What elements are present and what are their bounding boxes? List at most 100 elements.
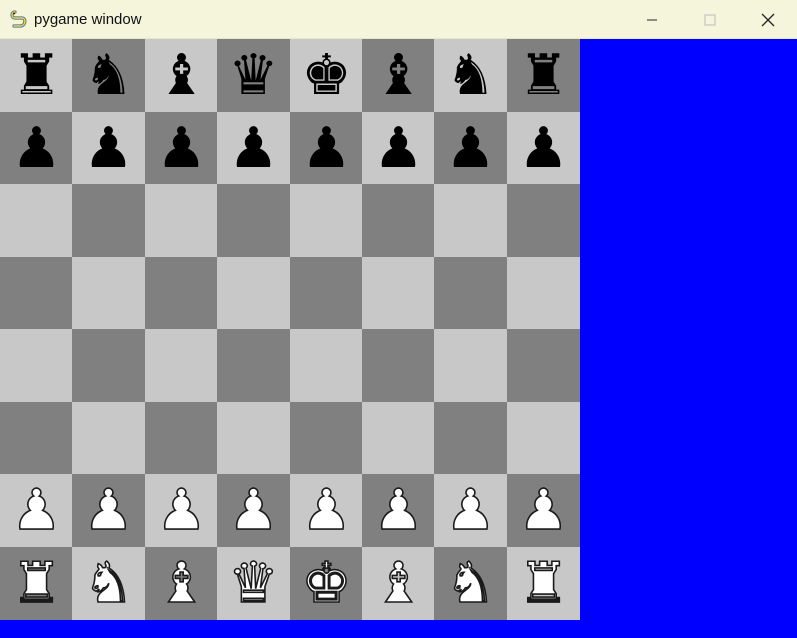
square-e1[interactable]: ♚	[290, 547, 363, 620]
square-a7[interactable]: ♟	[0, 112, 73, 185]
square-g5[interactable]	[434, 257, 507, 330]
square-b5[interactable]	[72, 257, 145, 330]
square-b7[interactable]: ♟	[72, 112, 145, 185]
square-d7[interactable]: ♟	[217, 112, 290, 185]
square-f2[interactable]: ♟	[362, 474, 435, 547]
square-h3[interactable]	[507, 402, 580, 475]
white-king-icon[interactable]: ♚	[301, 554, 353, 612]
white-bishop-icon[interactable]: ♝	[373, 554, 425, 612]
square-b3[interactable]	[72, 402, 145, 475]
minimize-button[interactable]	[623, 0, 681, 39]
square-c1[interactable]: ♝	[145, 547, 218, 620]
black-pawn-icon[interactable]: ♟	[11, 120, 61, 177]
square-d3[interactable]	[217, 402, 290, 475]
square-h2[interactable]: ♟	[507, 474, 580, 547]
game-canvas[interactable]: ♜ ♞ ♝ ♛ ♚ ♝ ♞ ♜ ♟ ♟ ♟ ♟ ♟ ♟ ♟ ♟ ♟ ♟ ♟ ♟ ♟ ♟ ♟ ♟ ♜ ♞ ♝ ♛ ♚ ♝ ♞ ♜	[0, 39, 797, 638]
black-pawn-icon[interactable]: ♟	[301, 120, 351, 177]
black-pawn-icon[interactable]: ♟	[373, 120, 423, 177]
square-h4[interactable]	[507, 329, 580, 402]
black-queen-icon[interactable]: ♛	[228, 47, 278, 104]
square-c4[interactable]	[145, 329, 218, 402]
black-rook-icon[interactable]: ♜	[11, 47, 61, 104]
black-knight-icon[interactable]: ♞	[83, 47, 133, 104]
black-bishop-icon[interactable]: ♝	[156, 47, 206, 104]
square-f5[interactable]	[362, 257, 435, 330]
square-f1[interactable]: ♝	[362, 547, 435, 620]
square-a4[interactable]	[0, 329, 73, 402]
square-g6[interactable]	[434, 184, 507, 257]
square-a6[interactable]	[0, 184, 73, 257]
square-c6[interactable]	[145, 184, 218, 257]
maximize-button[interactable]	[681, 0, 739, 39]
square-h6[interactable]	[507, 184, 580, 257]
square-g3[interactable]	[434, 402, 507, 475]
white-queen-icon[interactable]: ♛	[228, 554, 280, 612]
square-a1[interactable]: ♜	[0, 547, 73, 620]
black-pawn-icon[interactable]: ♟	[228, 120, 278, 177]
black-rook-icon[interactable]: ♜	[518, 47, 568, 104]
square-a5[interactable]	[0, 257, 73, 330]
black-knight-icon[interactable]: ♞	[445, 47, 495, 104]
white-pawn-icon[interactable]: ♟	[83, 481, 135, 539]
square-c2[interactable]: ♟	[145, 474, 218, 547]
square-g1[interactable]: ♞	[434, 547, 507, 620]
black-pawn-icon[interactable]: ♟	[83, 120, 133, 177]
square-f3[interactable]	[362, 402, 435, 475]
square-g8[interactable]: ♞	[434, 39, 507, 112]
square-g4[interactable]	[434, 329, 507, 402]
square-d2[interactable]: ♟	[217, 474, 290, 547]
white-pawn-icon[interactable]: ♟	[373, 481, 425, 539]
square-c3[interactable]	[145, 402, 218, 475]
white-pawn-icon[interactable]: ♟	[301, 481, 353, 539]
square-e3[interactable]	[290, 402, 363, 475]
white-knight-icon[interactable]: ♞	[83, 554, 135, 612]
square-e6[interactable]	[290, 184, 363, 257]
square-h8[interactable]: ♜	[507, 39, 580, 112]
title-bar[interactable]: pygame window	[0, 0, 797, 39]
square-a8[interactable]: ♜	[0, 39, 73, 112]
square-h7[interactable]: ♟	[507, 112, 580, 185]
close-button[interactable]	[739, 0, 797, 39]
square-b4[interactable]	[72, 329, 145, 402]
white-pawn-icon[interactable]: ♟	[445, 481, 497, 539]
square-a3[interactable]	[0, 402, 73, 475]
square-c7[interactable]: ♟	[145, 112, 218, 185]
white-pawn-icon[interactable]: ♟	[518, 481, 570, 539]
square-d6[interactable]	[217, 184, 290, 257]
square-b6[interactable]	[72, 184, 145, 257]
square-b1[interactable]: ♞	[72, 547, 145, 620]
square-c8[interactable]: ♝	[145, 39, 218, 112]
square-e8[interactable]: ♚	[290, 39, 363, 112]
square-f4[interactable]	[362, 329, 435, 402]
black-pawn-icon[interactable]: ♟	[445, 120, 495, 177]
white-knight-icon[interactable]: ♞	[445, 554, 497, 612]
chess-board[interactable]: ♜ ♞ ♝ ♛ ♚ ♝ ♞ ♜ ♟ ♟ ♟ ♟ ♟ ♟ ♟ ♟ ♟ ♟ ♟ ♟ ♟ ♟ ♟ ♟ ♜ ♞ ♝ ♛ ♚ ♝ ♞ ♜	[0, 39, 580, 620]
square-g2[interactable]: ♟	[434, 474, 507, 547]
black-king-icon[interactable]: ♚	[301, 47, 351, 104]
square-d4[interactable]	[217, 329, 290, 402]
square-f6[interactable]	[362, 184, 435, 257]
square-b2[interactable]: ♟	[72, 474, 145, 547]
square-d1[interactable]: ♛	[217, 547, 290, 620]
white-pawn-icon[interactable]: ♟	[11, 481, 63, 539]
square-f8[interactable]: ♝	[362, 39, 435, 112]
square-d8[interactable]: ♛	[217, 39, 290, 112]
square-b8[interactable]: ♞	[72, 39, 145, 112]
square-a2[interactable]: ♟	[0, 474, 73, 547]
black-pawn-icon[interactable]: ♟	[156, 120, 206, 177]
white-pawn-icon[interactable]: ♟	[156, 481, 208, 539]
white-bishop-icon[interactable]: ♝	[156, 554, 208, 612]
black-pawn-icon[interactable]: ♟	[518, 120, 568, 177]
square-e5[interactable]	[290, 257, 363, 330]
square-h5[interactable]	[507, 257, 580, 330]
square-e4[interactable]	[290, 329, 363, 402]
square-f7[interactable]: ♟	[362, 112, 435, 185]
white-rook-icon[interactable]: ♜	[11, 554, 63, 612]
square-g7[interactable]: ♟	[434, 112, 507, 185]
white-rook-icon[interactable]: ♜	[518, 554, 570, 612]
square-c5[interactable]	[145, 257, 218, 330]
black-bishop-icon[interactable]: ♝	[373, 47, 423, 104]
white-pawn-icon[interactable]: ♟	[228, 481, 280, 539]
square-d5[interactable]	[217, 257, 290, 330]
square-e7[interactable]: ♟	[290, 112, 363, 185]
